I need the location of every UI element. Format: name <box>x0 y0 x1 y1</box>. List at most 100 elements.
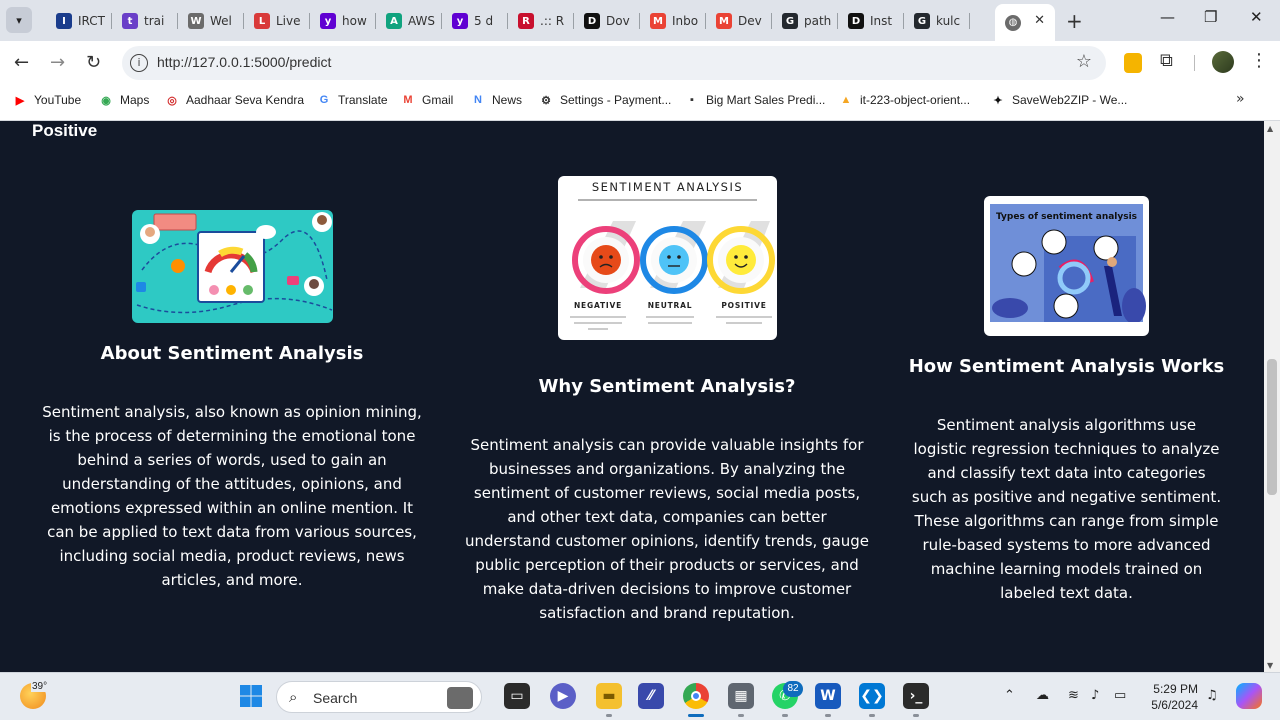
how-image-heading: Types of sentiment analysis <box>996 212 1137 222</box>
globe-icon: ◍ <box>1005 14 1021 31</box>
back-button[interactable]: ← <box>14 52 29 73</box>
vscode-icon[interactable]: ❮❯ <box>859 683 885 709</box>
tab-label: 5 d <box>474 14 494 28</box>
news-icon: N <box>474 94 482 106</box>
bookmark-label: News <box>492 93 523 107</box>
tab-8[interactable]: D Dov <box>574 7 640 35</box>
profile-avatar[interactable] <box>1212 51 1234 73</box>
page-scrollbar[interactable]: ▲ ▼ <box>1264 121 1280 672</box>
translate-icon: G <box>319 94 329 106</box>
bookmark-7[interactable]: ▪ Big Mart Sales Predi... <box>684 92 825 108</box>
bookmark-3[interactable]: G Translate <box>316 92 388 108</box>
cloud-icon[interactable]: ☁ <box>1036 688 1049 703</box>
system-clock[interactable]: 5:29 PM 5/6/2024 <box>1148 681 1198 713</box>
tab-6[interactable]: y 5 d <box>442 7 508 35</box>
file-explorer-icon[interactable]: ▬ <box>596 683 622 709</box>
tab-12[interactable]: D Inst <box>838 7 904 35</box>
calculator-icon[interactable]: ▦ <box>728 683 754 709</box>
battery-icon[interactable]: ▭ <box>1114 688 1126 703</box>
tab-favicon-icon: t <box>122 13 138 29</box>
bookmark-label: Translate <box>338 93 388 107</box>
bookmark-label: SaveWeb2ZIP - We... <box>1012 93 1128 107</box>
tab-search-button[interactable]: ▾ <box>6 7 32 33</box>
bookmark-6[interactable]: ⚙ Settings - Payment... <box>538 92 671 108</box>
tab-9[interactable]: M Inbo <box>640 7 706 35</box>
why-label-neutral: NEUTRAL <box>648 301 693 310</box>
tab-favicon-icon: M <box>650 13 666 29</box>
extensions-puzzle-icon[interactable]: ⧉ <box>1160 50 1173 71</box>
how-illustration: Types of sentiment analysis <box>984 196 1149 336</box>
bookmark-9[interactable]: ✦ SaveWeb2ZIP - We... <box>990 92 1127 108</box>
maximize-button[interactable]: ❐ <box>1204 8 1217 26</box>
bookmarks-bar: ▶ YouTube ◉ Maps ◎ Aadhaar Seva Kendra G Transl… <box>0 85 1280 121</box>
close-tab-icon[interactable]: ✕ <box>1034 13 1045 28</box>
tab-10[interactable]: M Dev <box>706 7 772 35</box>
why-label-negative: NEGATIVE <box>574 301 622 310</box>
about-section: About Sentiment Analysis Sentiment analy… <box>40 342 424 592</box>
tab-label: Inbo <box>672 14 699 28</box>
menu-kebab-icon[interactable]: ⋮ <box>1250 50 1268 71</box>
windows-start-icon[interactable] <box>238 683 264 709</box>
taskbar-search[interactable]: ⌕ Search <box>276 681 482 713</box>
extension-icon[interactable] <box>1124 53 1142 73</box>
tab-favicon-icon: D <box>584 13 600 29</box>
close-window-button[interactable]: ✕ <box>1250 8 1263 26</box>
bookmark-label: Settings - Payment... <box>560 93 672 107</box>
chrome-icon[interactable] <box>683 683 709 709</box>
tab-11[interactable]: Gpath <box>772 7 838 35</box>
forward-button[interactable]: → <box>50 52 65 73</box>
copilot-icon[interactable] <box>1236 683 1262 709</box>
chevron-up-icon[interactable]: ⌃ <box>1004 688 1015 703</box>
scroll-down-icon[interactable]: ▼ <box>1267 661 1273 670</box>
tab-favicon-icon: R <box>518 13 534 29</box>
how-section: How Sentiment Analysis Works Sentiment a… <box>908 355 1225 605</box>
notification-icon[interactable]: ♫ <box>1206 688 1218 703</box>
bookmark-8[interactable]: ▲ it-223-object-orient... <box>838 92 971 108</box>
url-text[interactable]: http://127.0.0.1:5000/predict <box>157 54 331 70</box>
bookmarks-overflow-icon[interactable]: » <box>1236 91 1245 107</box>
tab-label: trai <box>144 14 165 28</box>
wifi-icon[interactable]: ≋ <box>1068 688 1079 703</box>
tab-favicon-icon: A <box>386 13 402 29</box>
gmail-icon: M <box>403 94 413 106</box>
bookmark-0[interactable]: ▶ YouTube <box>12 92 81 108</box>
bookmark-5[interactable]: N News <box>470 92 522 108</box>
address-bar[interactable]: i http://127.0.0.1:5000/predict ☆ <box>122 46 1106 80</box>
tab-0[interactable]: I IRCT <box>46 7 112 35</box>
reload-button[interactable]: ↻ <box>86 52 101 73</box>
word-icon[interactable]: W <box>815 683 841 709</box>
scrollbar-thumb[interactable] <box>1267 359 1277 495</box>
tab-7[interactable]: R .:: R <box>508 7 574 35</box>
why-illustration: SENTIMENT ANALYSIS NEGATIVE NEUTRAL POSI… <box>558 176 777 340</box>
tab-1[interactable]: t trai <box>112 7 178 35</box>
new-tab-button[interactable]: + <box>1066 9 1083 33</box>
bookmark-2[interactable]: ◎ Aadhaar Seva Kendra <box>164 92 304 108</box>
tab-label: Dev <box>738 14 762 28</box>
minimize-button[interactable]: — <box>1160 8 1175 26</box>
bookmark-1[interactable]: ◉ Maps <box>98 92 149 108</box>
volume-icon[interactable]: ♪ <box>1091 688 1099 703</box>
tab-active[interactable]: ◍ ✕ <box>995 4 1055 41</box>
clock-date: 5/6/2024 <box>1151 698 1198 712</box>
tab-label: IRCT <box>78 14 105 28</box>
tab-favicon-icon: D <box>848 13 864 29</box>
app-icon[interactable]: ⁄⁄ <box>638 683 664 709</box>
task-view-icon[interactable]: ▭ <box>504 683 530 709</box>
about-illustration <box>132 210 333 323</box>
scroll-up-icon[interactable]: ▲ <box>1267 124 1273 133</box>
bookmark-star-icon[interactable]: ☆ <box>1076 51 1092 72</box>
tab-3[interactable]: L Live <box>244 7 310 35</box>
bookmark-label: Gmail <box>422 93 454 107</box>
bookmark-label: Maps <box>120 93 150 107</box>
meet-icon[interactable]: ▶ <box>550 683 576 709</box>
bookmark-4[interactable]: M Gmail <box>400 92 453 108</box>
tab-13[interactable]: Gkulc <box>904 7 970 35</box>
whatsapp-badge: 82 <box>783 681 803 697</box>
youtube-icon: ▶ <box>15 94 25 107</box>
tab-5[interactable]: A AWS <box>376 7 442 35</box>
tab-2[interactable]: W Wel <box>178 7 244 35</box>
terminal-icon[interactable]: ›_ <box>903 683 929 709</box>
tab-favicon-icon: G <box>914 13 930 29</box>
tab-4[interactable]: y how <box>310 7 376 35</box>
site-info-icon[interactable]: i <box>130 54 148 72</box>
